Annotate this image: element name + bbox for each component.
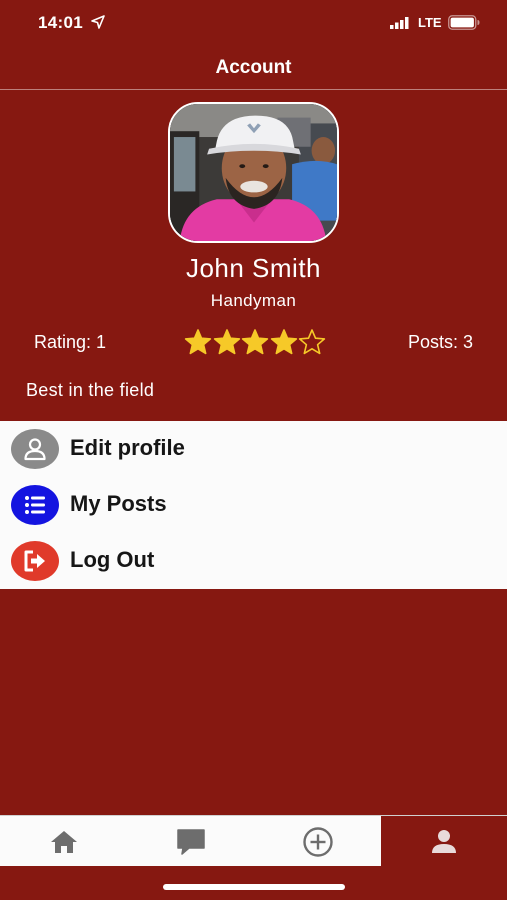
page-title: Account [215, 57, 292, 78]
tab-home[interactable] [0, 816, 127, 867]
avatar-photo [170, 104, 337, 241]
menu-label: My Posts [70, 491, 167, 516]
account-menu: Edit profile My Posts Log Out [0, 421, 507, 589]
location-arrow-icon [91, 15, 105, 29]
profile-role: Handyman [210, 291, 297, 310]
menu-icon-bg [11, 485, 59, 525]
network-type: LTE [418, 15, 442, 30]
tab-messages[interactable] [127, 816, 254, 867]
my-posts-item[interactable]: My Posts [0, 477, 507, 533]
star-empty-icon [298, 329, 326, 355]
battery-icon [448, 15, 480, 30]
log-out-item[interactable]: Log Out [0, 533, 507, 589]
stats-row: Rating: 1 Posts: 3 [0, 326, 507, 358]
rating-label: Rating: 1 [34, 332, 107, 352]
tab-bar [0, 815, 507, 867]
home-indicator[interactable] [163, 884, 345, 890]
signal-icon [390, 17, 409, 29]
nav-bar: Account [0, 46, 507, 90]
home-icon [50, 830, 77, 853]
posts-count: Posts: 3 [407, 332, 473, 352]
user-icon [24, 438, 46, 461]
tab-account[interactable] [381, 816, 507, 867]
star-filled-icon [270, 329, 297, 355]
profile-bio: Best in the field [26, 380, 155, 400]
tab-new-post[interactable] [254, 816, 381, 867]
star-rating [184, 328, 327, 356]
chat-icon [176, 828, 205, 855]
menu-label: Log Out [70, 547, 155, 572]
list-icon [25, 496, 45, 514]
menu-label: Edit profile [70, 435, 185, 460]
star-filled-icon [213, 329, 240, 355]
edit-profile-item[interactable]: Edit profile [0, 421, 507, 477]
star-filled-icon [184, 329, 212, 355]
add-circle-icon [302, 826, 333, 857]
profile-name: John Smith [185, 253, 322, 283]
avatar [168, 102, 339, 243]
status-bar: 14:01 LTE [0, 0, 507, 46]
profile-icon [432, 829, 456, 853]
star-filled-icon [241, 329, 269, 355]
menu-icon-bg [11, 541, 59, 581]
logout-icon [24, 550, 45, 572]
menu-icon-bg [11, 429, 59, 469]
status-time: 14:01 [38, 13, 83, 32]
